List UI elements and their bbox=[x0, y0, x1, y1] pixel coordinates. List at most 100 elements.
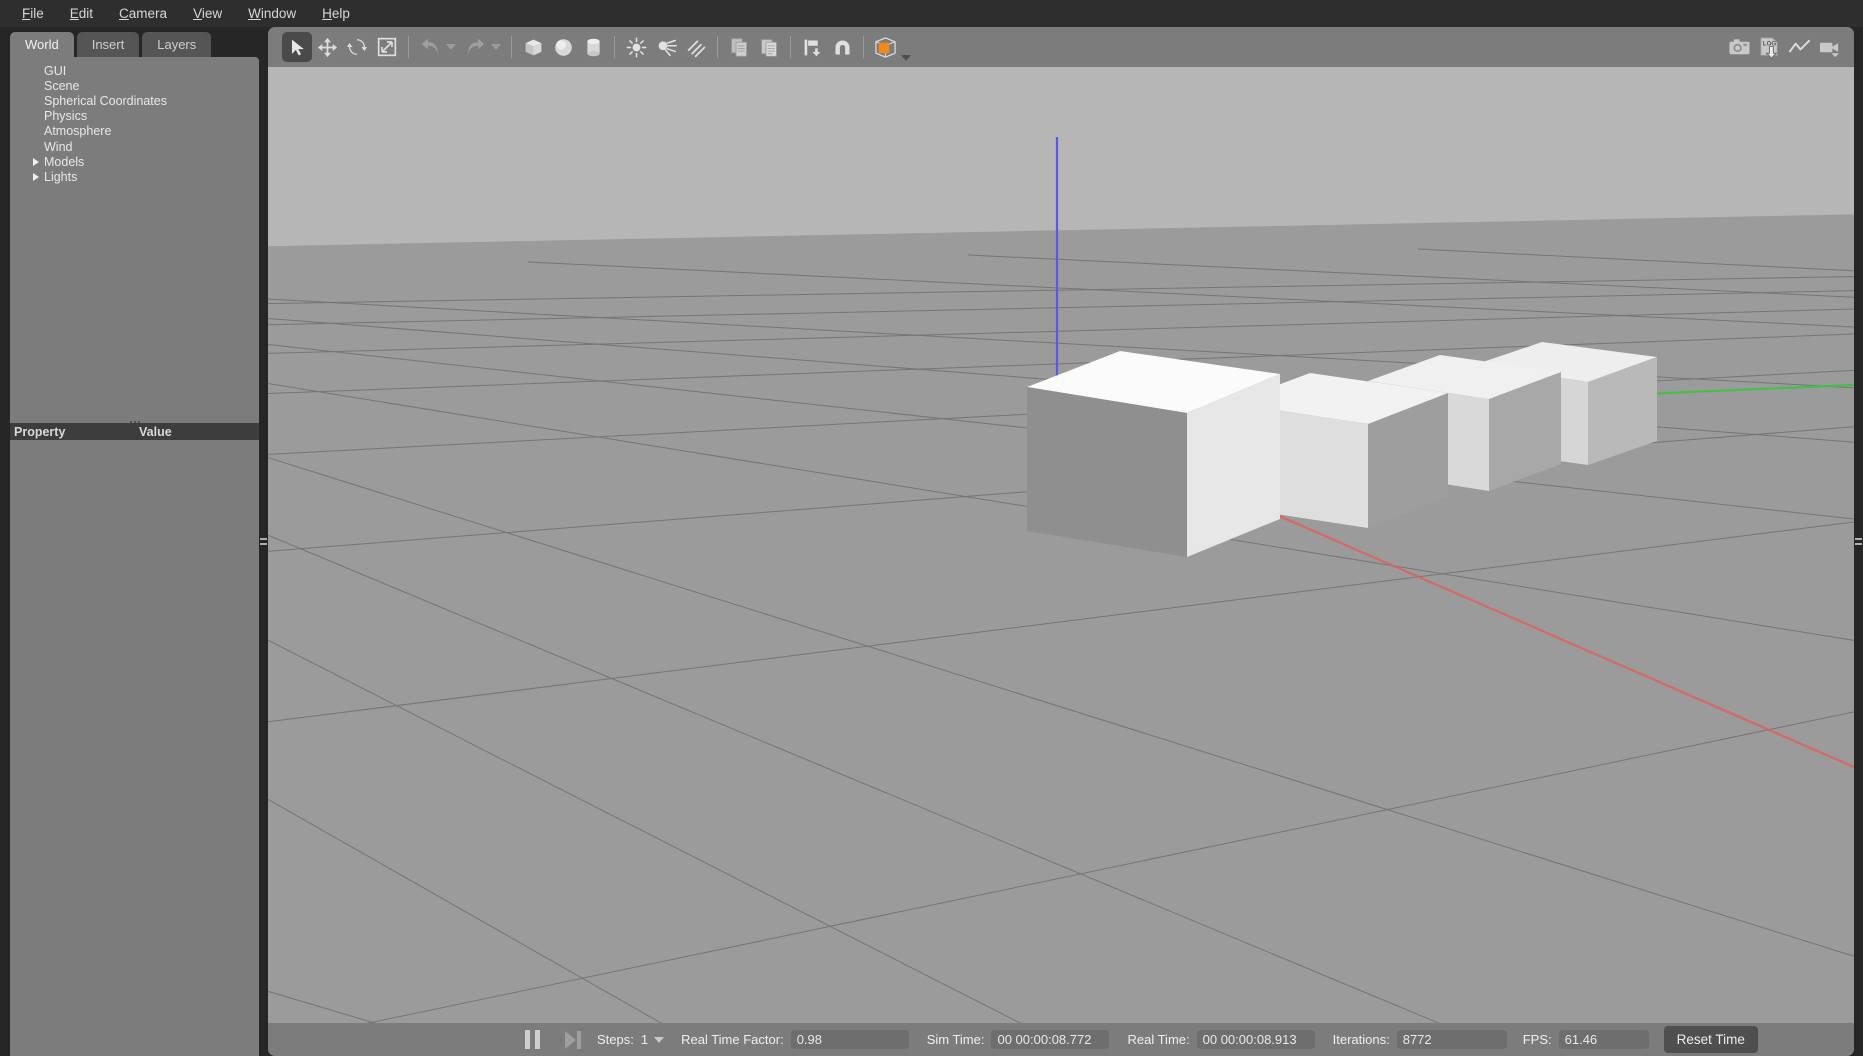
menu-view[interactable]: View bbox=[180, 3, 235, 24]
reset-time-button[interactable]: Reset Time bbox=[1663, 1026, 1758, 1053]
toolbar-separator bbox=[408, 36, 409, 58]
property-column-header[interactable]: Property bbox=[10, 425, 137, 439]
panel-tab-strip: World Insert Layers bbox=[10, 32, 212, 57]
tab-world[interactable]: World bbox=[10, 32, 74, 57]
render-area: LOG Steps: 1 Real Time Factor: 0.98 Sim … bbox=[268, 27, 1854, 1056]
box-icon bbox=[525, 39, 541, 55]
value-column-header[interactable]: Value bbox=[137, 425, 172, 439]
insert-cylinder-button[interactable] bbox=[578, 32, 608, 62]
paste-button[interactable] bbox=[754, 32, 784, 62]
tree-item-scene[interactable]: Scene bbox=[10, 78, 259, 93]
tree-item-wind[interactable]: Wind bbox=[10, 139, 259, 154]
log-record-button[interactable]: LOG bbox=[1754, 32, 1784, 62]
undo-dropdown-caret-icon[interactable] bbox=[446, 44, 456, 50]
iterations-value[interactable]: 8772 bbox=[1396, 1030, 1507, 1049]
translate-tool-button[interactable] bbox=[312, 32, 342, 62]
sim-time-value[interactable]: 00 00:00:08.772 bbox=[991, 1030, 1110, 1049]
tree-item-label: Spherical Coordinates bbox=[44, 93, 167, 108]
tree-item-lights[interactable]: Lights bbox=[10, 169, 259, 184]
spot-light-icon bbox=[658, 39, 677, 56]
chevron-right-icon[interactable] bbox=[33, 157, 39, 166]
insert-point-light-button[interactable] bbox=[621, 32, 651, 62]
copy-icon bbox=[730, 37, 747, 57]
sim-time-label: Sim Time: bbox=[926, 1032, 985, 1047]
tree-item-label: Atmosphere bbox=[44, 124, 112, 139]
copy-button[interactable] bbox=[724, 32, 754, 62]
screenshot-button[interactable] bbox=[1724, 32, 1754, 62]
toolbar-separator bbox=[511, 36, 512, 58]
insert-directional-light-button[interactable] bbox=[681, 32, 711, 62]
camera-icon bbox=[1728, 38, 1750, 54]
menu-window[interactable]: Window bbox=[235, 3, 309, 24]
align-button[interactable] bbox=[797, 32, 827, 62]
steps-spinner-caret-icon[interactable] bbox=[654, 1036, 665, 1043]
simulation-status-bar: Steps: 1 Real Time Factor: 0.98 Sim Time… bbox=[268, 1023, 1854, 1056]
move-arrows-icon bbox=[317, 37, 337, 57]
tree-item-models[interactable]: Models bbox=[10, 154, 259, 169]
align-icon bbox=[804, 39, 820, 56]
redo-dropdown-caret-icon[interactable] bbox=[491, 44, 501, 50]
undo-button[interactable] bbox=[415, 32, 445, 62]
real-time-factor-value[interactable]: 0.98 bbox=[790, 1030, 909, 1049]
tree-item-spherical-coordinates[interactable]: Spherical Coordinates bbox=[10, 93, 259, 108]
redo-button[interactable] bbox=[460, 32, 490, 62]
view-mode-button[interactable] bbox=[870, 32, 900, 62]
transparent-box-icon bbox=[874, 36, 896, 58]
tree-item-atmosphere[interactable]: Atmosphere bbox=[10, 124, 259, 139]
insert-sphere-button[interactable] bbox=[548, 32, 578, 62]
plot-button[interactable] bbox=[1784, 32, 1814, 62]
gazebo-main-window: File Edit Camera View Window Help World … bbox=[0, 0, 1863, 1056]
pause-button[interactable] bbox=[525, 1030, 540, 1049]
tab-insert[interactable]: Insert bbox=[76, 32, 140, 57]
toolbar-separator bbox=[614, 36, 615, 58]
step-forward-icon bbox=[565, 1030, 576, 1049]
3d-viewport[interactable] bbox=[268, 67, 1854, 1023]
view-mode-dropdown-caret-icon[interactable] bbox=[901, 55, 911, 61]
steps-value[interactable]: 1 bbox=[641, 1032, 648, 1047]
toolbar-right-group: LOG bbox=[1724, 27, 1844, 67]
directional-light-icon bbox=[687, 39, 705, 57]
redo-arrow-icon bbox=[467, 38, 484, 54]
splitter-grip-icon bbox=[260, 538, 267, 545]
left-panel: World Insert Layers GUI Scene Spherical … bbox=[0, 27, 259, 1056]
sphere-icon bbox=[554, 38, 572, 56]
toolbar-separator bbox=[790, 36, 791, 58]
insert-box-button[interactable] bbox=[518, 32, 548, 62]
scene-box-1[interactable] bbox=[1027, 351, 1280, 557]
real-time-factor-label: Real Time Factor: bbox=[681, 1032, 784, 1047]
splitter-grip-icon bbox=[1855, 538, 1862, 545]
fps-label: FPS: bbox=[1522, 1032, 1552, 1047]
real-time-label: Real Time: bbox=[1127, 1032, 1190, 1047]
select-tool-button[interactable] bbox=[282, 32, 312, 62]
snap-button[interactable] bbox=[827, 32, 857, 62]
tree-item-gui[interactable]: GUI bbox=[10, 63, 259, 78]
world-tree: GUI Scene Spherical Coordinates Physics … bbox=[10, 57, 259, 419]
chevron-right-icon[interactable] bbox=[33, 172, 39, 181]
real-time-value[interactable]: 00 00:00:08.913 bbox=[1196, 1030, 1315, 1049]
menu-file[interactable]: File bbox=[9, 3, 57, 24]
iterations-label: Iterations: bbox=[1332, 1032, 1390, 1047]
log-download-icon: LOG bbox=[1759, 36, 1778, 59]
fps-value[interactable]: 61.46 bbox=[1558, 1030, 1649, 1049]
right-vertical-splitter[interactable] bbox=[1854, 27, 1863, 1056]
tab-layers[interactable]: Layers bbox=[142, 32, 212, 57]
menu-help[interactable]: Help bbox=[309, 3, 363, 24]
rotate-arrows-icon bbox=[347, 39, 367, 55]
left-vertical-splitter[interactable] bbox=[259, 27, 268, 1056]
step-forward-button[interactable] bbox=[565, 1030, 581, 1049]
cursor-arrow-icon bbox=[291, 39, 304, 55]
steps-label: Steps: bbox=[597, 1032, 634, 1047]
scene-geometry bbox=[268, 137, 1854, 1023]
rotate-tool-button[interactable] bbox=[342, 32, 372, 62]
tree-item-physics[interactable]: Physics bbox=[10, 109, 259, 124]
menu-camera[interactable]: Camera bbox=[106, 3, 180, 24]
tree-item-label: GUI bbox=[44, 63, 67, 78]
property-table-header: Property Value bbox=[10, 423, 259, 440]
scale-arrows-icon bbox=[377, 37, 397, 57]
scale-tool-button[interactable] bbox=[372, 32, 402, 62]
insert-spot-light-button[interactable] bbox=[651, 32, 681, 62]
menu-edit[interactable]: Edit bbox=[57, 3, 106, 24]
cylinder-icon bbox=[586, 38, 600, 56]
video-camera-icon bbox=[1819, 42, 1839, 57]
video-record-button[interactable] bbox=[1814, 32, 1844, 62]
